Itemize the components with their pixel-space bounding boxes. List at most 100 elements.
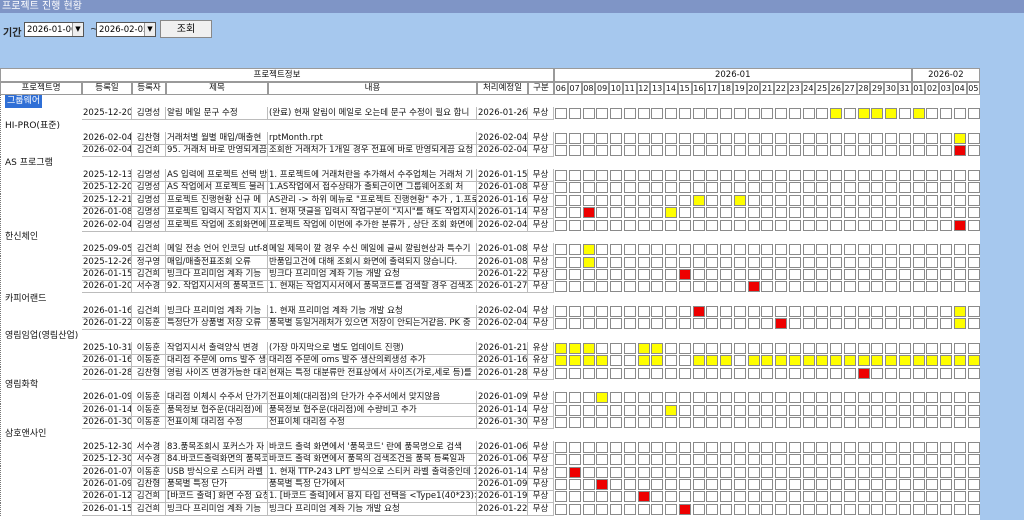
day-cell[interactable] (912, 503, 925, 515)
day-cell[interactable] (967, 491, 980, 503)
day-cell[interactable] (582, 194, 595, 206)
day-cell[interactable] (802, 194, 815, 206)
day-cell[interactable] (898, 281, 911, 293)
day-cell[interactable] (582, 219, 595, 231)
type-cell[interactable]: 무상 (528, 391, 554, 405)
day-cell[interactable] (788, 256, 801, 268)
due-date-cell[interactable]: 2026-01-09 (477, 477, 528, 491)
day-cell[interactable] (857, 417, 870, 429)
day-cell[interactable] (912, 417, 925, 429)
day-cell[interactable] (568, 182, 581, 194)
day-cell[interactable] (788, 454, 801, 466)
day-cell[interactable] (788, 466, 801, 478)
day-cell[interactable] (761, 491, 774, 503)
day-cell[interactable] (926, 207, 939, 219)
day-cell[interactable] (678, 108, 691, 120)
day-cell[interactable] (665, 478, 677, 490)
day-cell[interactable] (898, 441, 911, 453)
day-cell[interactable] (967, 244, 980, 256)
day-cell[interactable] (761, 367, 774, 379)
day-cell[interactable] (706, 417, 719, 429)
day-cell[interactable] (802, 207, 815, 219)
day-cell[interactable] (926, 244, 939, 256)
day-cell[interactable] (568, 491, 581, 503)
day-cell[interactable] (830, 392, 842, 404)
day-cell[interactable] (692, 244, 705, 256)
day-cell[interactable] (692, 367, 705, 379)
day-cell[interactable] (940, 170, 952, 182)
day-cell[interactable] (830, 343, 842, 354)
day-cell[interactable] (871, 281, 884, 293)
day-cell[interactable] (582, 108, 595, 120)
day-cell[interactable] (788, 170, 801, 182)
due-date-cell[interactable]: 2026-01-28 (477, 366, 528, 380)
day-cell[interactable] (623, 503, 636, 515)
title-cell[interactable]: 작업지시서 출력양식 변경 (166, 342, 268, 355)
day-cell[interactable] (788, 145, 801, 157)
day-cell[interactable] (926, 170, 939, 182)
day-cell[interactable] (623, 194, 636, 206)
due-date-cell[interactable]: 2026-01-16 (477, 193, 528, 207)
day-cell[interactable] (967, 182, 980, 194)
day-cell[interactable] (706, 478, 719, 490)
day-cell[interactable] (816, 417, 829, 429)
day-cell[interactable] (775, 268, 787, 280)
title-cell[interactable]: 특정단가 상품별 저장 오류 (166, 317, 268, 331)
day-cell[interactable] (706, 305, 719, 317)
registrant-cell[interactable]: 이동훈 (132, 342, 166, 355)
day-cell[interactable] (651, 343, 664, 354)
content-cell[interactable]: 현재는 특정 대분류만 전표상에서 사이즈(가로,세로 등)를 (268, 366, 477, 380)
day-cell[interactable] (555, 367, 567, 379)
day-cell[interactable] (926, 145, 939, 157)
day-cell[interactable] (733, 182, 746, 194)
type-cell[interactable]: 무상 (528, 304, 554, 318)
day-cell[interactable] (857, 491, 870, 503)
title-cell[interactable]: 품목별 특정 단가 (166, 477, 268, 491)
day-cell[interactable] (747, 367, 760, 379)
day-cell[interactable] (967, 145, 980, 157)
day-cell[interactable] (857, 219, 870, 231)
due-date-cell[interactable]: 2026-01-22 (477, 502, 528, 516)
day-cell[interactable] (568, 367, 581, 379)
day-cell[interactable] (885, 417, 897, 429)
day-cell[interactable] (885, 256, 897, 268)
group-row[interactable]: 그룹웨어 (0, 95, 980, 108)
title-cell[interactable]: 92. 작업지시서의 품목코드 (166, 280, 268, 294)
day-cell[interactable] (610, 367, 622, 379)
day-cell[interactable] (623, 404, 636, 416)
day-cell[interactable] (733, 281, 746, 293)
day-cell[interactable] (637, 466, 650, 478)
day-cell[interactable] (857, 454, 870, 466)
day-cell[interactable] (596, 281, 609, 293)
day-cell[interactable] (940, 466, 952, 478)
day-cell[interactable] (953, 441, 966, 453)
day-cell[interactable] (761, 145, 774, 157)
day-cell[interactable] (788, 207, 801, 219)
day-cell[interactable] (857, 244, 870, 256)
day-cell[interactable] (706, 108, 719, 120)
day-cell[interactable] (926, 256, 939, 268)
day-cell[interactable] (623, 170, 636, 182)
day-cell[interactable] (692, 305, 705, 317)
day-cell[interactable] (582, 281, 595, 293)
day-cell[interactable] (692, 417, 705, 429)
content-cell[interactable]: 품목별 동일거래처가 있으면 저장이 안되는거같음. PK 중 (268, 317, 477, 331)
day-cell[interactable] (720, 108, 732, 120)
day-cell[interactable] (761, 182, 774, 194)
day-cell[interactable] (761, 219, 774, 231)
day-cell[interactable] (843, 478, 856, 490)
day-cell[interactable] (843, 392, 856, 404)
day-cell[interactable] (843, 417, 856, 429)
day-cell[interactable] (623, 133, 636, 145)
day-cell[interactable] (912, 305, 925, 317)
reg-date-cell[interactable]: 2025-12-26 (82, 255, 132, 269)
day-cell[interactable] (788, 182, 801, 194)
day-cell[interactable] (871, 343, 884, 354)
day-cell[interactable] (871, 207, 884, 219)
day-cell[interactable] (885, 244, 897, 256)
day-cell[interactable] (953, 182, 966, 194)
day-cell[interactable] (788, 392, 801, 404)
type-cell[interactable]: 무상 (528, 107, 554, 121)
day-cell[interactable] (940, 145, 952, 157)
day-cell[interactable] (678, 305, 691, 317)
